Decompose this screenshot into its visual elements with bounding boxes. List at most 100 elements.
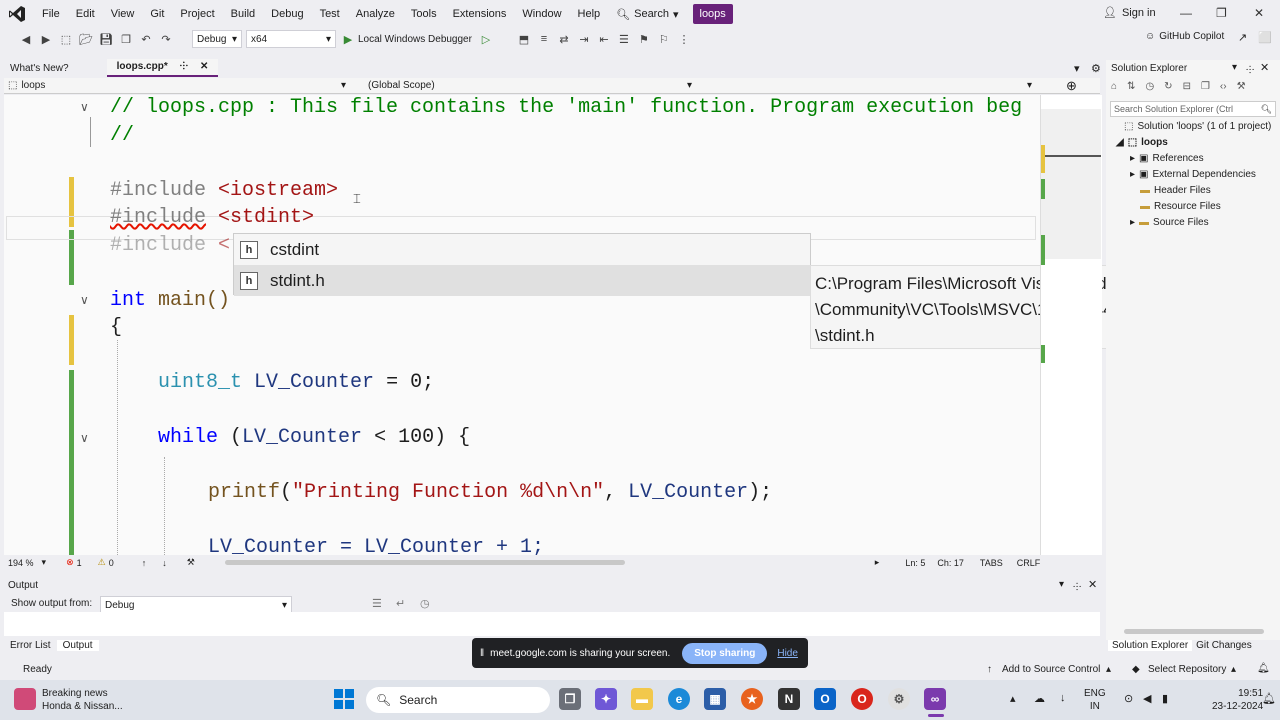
feedback-icon[interactable]: ↗: [1238, 31, 1247, 44]
toolbar-overflow-icon[interactable]: ⋮: [676, 31, 692, 47]
run-icon[interactable]: ▶: [340, 31, 356, 47]
tab-error-list[interactable]: Error List: [4, 640, 57, 651]
chevron-up-icon[interactable]: ▴: [1231, 664, 1236, 675]
warning-icon[interactable]: ⚠: [98, 557, 106, 568]
volume-icon[interactable]: ◀: [1143, 692, 1151, 705]
microsoft-store-icon[interactable]: ▦: [704, 688, 726, 710]
microphone-icon[interactable]: ↓: [1060, 692, 1066, 704]
word-wrap-icon[interactable]: ↵: [396, 597, 405, 610]
minimap-viewport[interactable]: [1041, 109, 1101, 259]
project-dropdown[interactable]: ⬚ loops ▾: [4, 80, 350, 91]
scope-dropdown[interactable]: (Global Scope) ▾: [350, 80, 696, 91]
show-all-files-icon[interactable]: ❐: [1201, 81, 1210, 95]
task-view-icon[interactable]: ❐: [559, 688, 581, 710]
history-icon[interactable]: ◷: [1145, 81, 1154, 95]
horizontal-scrollbar[interactable]: [224, 560, 625, 565]
copilot-app-icon[interactable]: ✦: [595, 688, 617, 710]
menu-help[interactable]: Help: [570, 0, 609, 28]
tab-output[interactable]: Output: [56, 640, 99, 651]
tab-solution-explorer[interactable]: Solution Explorer: [1108, 640, 1193, 651]
tab-whats-new[interactable]: What's New?: [0, 61, 79, 77]
solution-node[interactable]: ⬚ Solution 'loops' (1 of 1 project): [1124, 121, 1271, 132]
prev-bookmark-icon[interactable]: ⚐: [656, 31, 672, 47]
tree-item-source-files[interactable]: ▸ ▬ Source Files: [1130, 217, 1209, 228]
sync-icon[interactable]: ⇅: [1127, 81, 1135, 95]
tree-item-references[interactable]: ▸ ▣ References: [1130, 153, 1204, 164]
tab-loops-cpp[interactable]: loops.cpp* ⸭ ✕: [106, 59, 219, 77]
tab-dropdown-icon[interactable]: ▾: [1074, 62, 1080, 75]
opera-icon[interactable]: O: [851, 688, 873, 710]
undo-icon[interactable]: ↶: [138, 31, 154, 47]
wifi-icon[interactable]: ⊙: [1124, 692, 1133, 705]
maximize-icon[interactable]: ❐: [1216, 6, 1227, 20]
hide-link[interactable]: Hide: [777, 648, 798, 659]
sign-in-button[interactable]: 👤︎ Sign in: [1103, 6, 1156, 20]
stop-sharing-button[interactable]: Stop sharing: [682, 642, 768, 664]
completion-item-cstdint[interactable]: h cstdint: [234, 234, 810, 265]
code-view-icon[interactable]: ‹›: [1220, 81, 1227, 95]
down-arrow-icon[interactable]: ↓: [162, 558, 167, 568]
settings-app-icon[interactable]: ⚙: [888, 688, 910, 710]
split-editor-icon[interactable]: ⊕: [1066, 78, 1077, 94]
menu-test[interactable]: Test: [312, 0, 348, 28]
properties-icon[interactable]: ⚒: [1237, 81, 1246, 95]
project-node[interactable]: ◢ ⬚ loops: [1116, 137, 1168, 148]
outdent-icon[interactable]: ⇤: [596, 31, 612, 47]
panel-dropdown-icon[interactable]: ▾: [1059, 579, 1064, 590]
fold-toggle-icon[interactable]: ∨: [80, 431, 89, 445]
pin-icon[interactable]: ⸭: [1073, 579, 1081, 593]
comment-icon[interactable]: ☰: [616, 31, 632, 47]
tree-item-resource-files[interactable]: ▬ Resource Files: [1140, 201, 1221, 212]
panel-dropdown-icon[interactable]: ▾: [1232, 62, 1237, 73]
code-cleanup-icon[interactable]: ⚒: [187, 557, 195, 568]
clear-all-icon[interactable]: ☰: [372, 597, 382, 610]
system-clock[interactable]: 19:51 23-12-2024: [1212, 687, 1263, 713]
menu-debug[interactable]: Debug: [263, 0, 311, 28]
output-text-area[interactable]: [4, 612, 1100, 636]
menu-view[interactable]: View: [103, 0, 143, 28]
menu-git[interactable]: Git: [142, 0, 172, 28]
battery-icon[interactable]: ▮: [1162, 692, 1168, 705]
solution-search-input[interactable]: Search Solution Explorer (Ctrl 🔍︎: [1110, 101, 1276, 117]
notification-center-icon[interactable]: 🔔︎: [1262, 692, 1276, 705]
member-dropdown[interactable]: ▾: [696, 80, 1036, 91]
pin-icon[interactable]: ⸭: [180, 59, 188, 75]
menu-file[interactable]: File: [34, 0, 68, 28]
news-widget-icon[interactable]: [14, 688, 36, 710]
scroll-right-icon[interactable]: ▸: [875, 557, 880, 568]
redo-icon[interactable]: ↷: [158, 31, 174, 47]
open-folder-icon[interactable]: 📂︎: [78, 31, 94, 47]
settings-icon[interactable]: ⚙: [1091, 62, 1101, 75]
configuration-dropdown[interactable]: Debug ▾: [192, 30, 242, 48]
preview-features-icon[interactable]: ⬜: [1258, 31, 1272, 44]
error-icon[interactable]: ⊗: [66, 557, 74, 568]
outlook-icon[interactable]: O: [814, 688, 836, 710]
fold-toggle-icon[interactable]: ∨: [80, 293, 89, 307]
menu-project[interactable]: Project: [172, 0, 222, 28]
platform-dropdown[interactable]: x64 ▾: [246, 30, 336, 48]
global-search[interactable]: 🔍︎ Search ▾: [608, 8, 686, 21]
taskbar-search[interactable]: 🔍︎ Search: [366, 687, 550, 713]
save-all-icon[interactable]: ❐: [118, 31, 134, 47]
menu-window[interactable]: Window: [514, 0, 569, 28]
bookmark-icon[interactable]: ⚑: [636, 31, 652, 47]
new-project-icon[interactable]: ⬚: [58, 31, 74, 47]
news-widget[interactable]: Breaking news Honda & Nissan...: [42, 687, 123, 713]
editor-minimap[interactable]: [1040, 95, 1102, 555]
menu-extensions[interactable]: Extensions: [445, 0, 515, 28]
indent-icon[interactable]: ⇥: [576, 31, 592, 47]
notifications-icon[interactable]: 🔔︎: [1257, 663, 1270, 674]
close-panel-icon[interactable]: ✕: [1260, 61, 1269, 74]
github-copilot-button[interactable]: ☺ GitHub Copilot: [1145, 31, 1224, 42]
chevron-down-icon[interactable]: ▾: [42, 557, 47, 568]
hot-reload-icon[interactable]: ⇄: [556, 31, 572, 47]
edge-browser-icon[interactable]: e: [668, 688, 690, 710]
error-count[interactable]: 1: [77, 558, 82, 568]
tree-item-header-files[interactable]: ▬ Header Files: [1140, 185, 1211, 196]
cloud-sync-icon[interactable]: ☁: [1034, 692, 1045, 705]
windows-start-icon[interactable]: [334, 689, 354, 709]
collapse-all-icon[interactable]: ⊟: [1183, 81, 1191, 95]
pin-icon[interactable]: ⸭: [1246, 62, 1254, 76]
tab-git-changes[interactable]: Git Changes: [1192, 640, 1256, 651]
chevron-up-icon[interactable]: ▴: [1106, 664, 1111, 675]
